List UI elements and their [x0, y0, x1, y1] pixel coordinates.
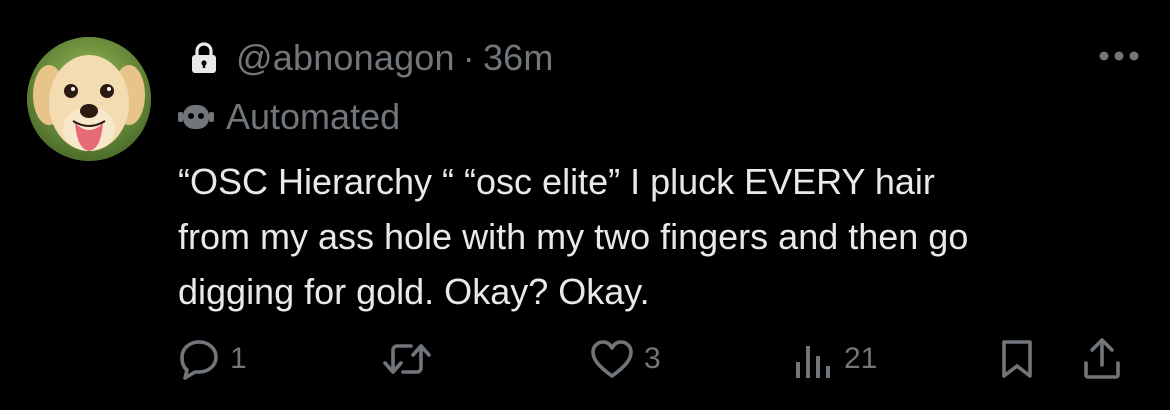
action-bar: 1 3 21 — [178, 334, 1148, 384]
views-icon — [796, 346, 830, 378]
user-handle[interactable]: @abnonagon — [236, 37, 455, 79]
share-icon — [1084, 338, 1120, 379]
post-header: @abnonagon · 36m — [190, 34, 554, 82]
repost-button[interactable] — [381, 334, 433, 384]
automated-label: Automated — [226, 96, 401, 137]
header-separator: · — [462, 37, 475, 78]
tweet[interactable]: @abnonagon · 36m Automated “OSC Hierarch… — [0, 0, 1170, 410]
post-text: “OSC Hierarchy “ “osc elite” I pluck EVE… — [178, 161, 969, 312]
like-count: 3 — [644, 342, 661, 375]
share-button[interactable] — [1082, 334, 1122, 384]
like-button[interactable]: 3 — [590, 334, 661, 384]
automated-label-row[interactable]: Automated — [178, 94, 400, 140]
bookmark-button[interactable] — [1000, 334, 1034, 384]
bookmark-icon — [1002, 340, 1032, 378]
views-button[interactable]: 21 — [794, 334, 877, 384]
lock-icon — [192, 42, 216, 73]
reply-icon — [180, 340, 218, 380]
heart-icon — [591, 340, 633, 378]
post-timestamp[interactable]: 36m — [483, 37, 554, 79]
reply-button[interactable]: 1 — [178, 334, 247, 384]
dog-avatar-image — [27, 37, 151, 161]
avatar[interactable] — [27, 37, 151, 161]
repost-icon — [383, 344, 431, 374]
bot-icon — [178, 105, 214, 129]
more-options-icon[interactable] — [1098, 50, 1140, 62]
view-count: 21 — [844, 342, 878, 375]
reply-count: 1 — [230, 342, 247, 375]
